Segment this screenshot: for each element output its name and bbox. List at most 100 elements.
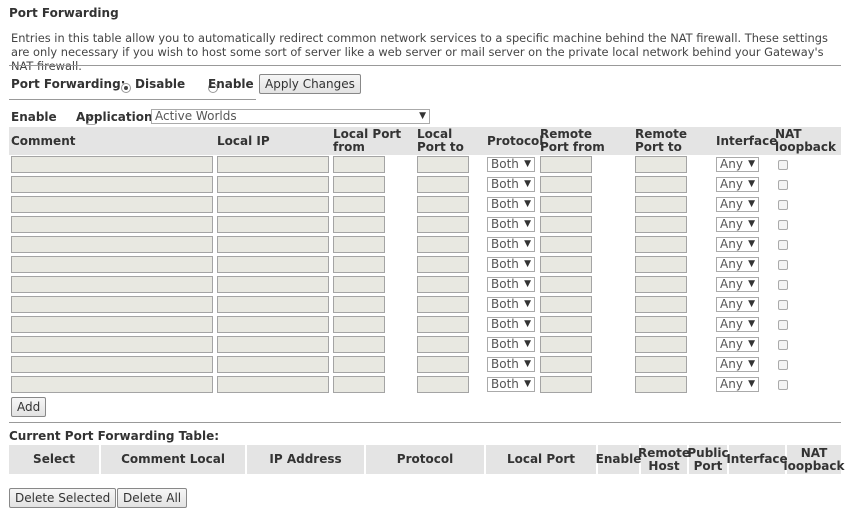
disable-radio[interactable] (121, 82, 131, 93)
nat-loopback-checkbox[interactable] (778, 180, 788, 190)
protocol-select[interactable]: Both ▼ (487, 237, 535, 252)
nat-loopback-checkbox[interactable] (778, 240, 788, 250)
local-port-to-field[interactable] (417, 176, 469, 193)
local-port-to-field[interactable] (417, 316, 469, 333)
comment-field[interactable] (11, 236, 213, 253)
remote-port-to-field[interactable] (635, 216, 687, 233)
remote-port-from-field[interactable] (540, 256, 592, 273)
comment-field[interactable] (11, 196, 213, 213)
comment-field[interactable] (11, 296, 213, 313)
delete-all-button[interactable]: Delete All (117, 488, 188, 508)
local-ip-field[interactable] (217, 176, 329, 193)
local-ip-field[interactable] (217, 336, 329, 353)
remote-port-from-field[interactable] (540, 276, 592, 293)
local-port-from-field[interactable] (333, 376, 385, 393)
protocol-select[interactable]: Both ▼ (487, 357, 535, 372)
nat-loopback-checkbox[interactable] (778, 200, 788, 210)
interface-select[interactable]: Any ▼ (716, 217, 759, 232)
local-ip-field[interactable] (217, 156, 329, 173)
interface-select[interactable]: Any ▼ (716, 317, 759, 332)
local-port-from-field[interactable] (333, 216, 385, 233)
remote-port-from-field[interactable] (540, 176, 592, 193)
nat-loopback-checkbox[interactable] (778, 380, 788, 390)
interface-select[interactable]: Any ▼ (716, 177, 759, 192)
comment-field[interactable] (11, 336, 213, 353)
local-port-to-field[interactable] (417, 356, 469, 373)
protocol-select[interactable]: Both ▼ (487, 197, 535, 212)
add-button[interactable]: Add (11, 397, 47, 417)
remote-port-from-field[interactable] (540, 156, 592, 173)
interface-select[interactable]: Any ▼ (716, 297, 759, 312)
remote-port-to-field[interactable] (635, 176, 687, 193)
remote-port-to-field[interactable] (635, 236, 687, 253)
local-ip-field[interactable] (217, 356, 329, 373)
interface-select[interactable]: Any ▼ (716, 237, 759, 252)
comment-field[interactable] (11, 356, 213, 373)
nat-loopback-checkbox[interactable] (778, 320, 788, 330)
local-port-from-field[interactable] (333, 196, 385, 213)
local-port-to-field[interactable] (417, 196, 469, 213)
remote-port-to-field[interactable] (635, 256, 687, 273)
remote-port-to-field[interactable] (635, 156, 687, 173)
comment-field[interactable] (11, 216, 213, 233)
local-ip-field[interactable] (217, 196, 329, 213)
remote-port-from-field[interactable] (540, 336, 592, 353)
protocol-select[interactable]: Both ▼ (487, 377, 535, 392)
remote-port-to-field[interactable] (635, 336, 687, 353)
local-port-to-field[interactable] (417, 156, 469, 173)
remote-port-from-field[interactable] (540, 296, 592, 313)
local-port-from-field[interactable] (333, 256, 385, 273)
application-select[interactable]: Active Worlds ▼ (151, 109, 430, 124)
comment-field[interactable] (11, 316, 213, 333)
local-ip-field[interactable] (217, 256, 329, 273)
local-ip-field[interactable] (217, 276, 329, 293)
comment-field[interactable] (11, 156, 213, 173)
protocol-select[interactable]: Both ▼ (487, 177, 535, 192)
interface-select[interactable]: Any ▼ (716, 337, 759, 352)
local-ip-field[interactable] (217, 316, 329, 333)
local-port-to-field[interactable] (417, 376, 469, 393)
local-ip-field[interactable] (217, 376, 329, 393)
protocol-select[interactable]: Both ▼ (487, 277, 535, 292)
local-port-from-field[interactable] (333, 336, 385, 353)
local-port-to-field[interactable] (417, 256, 469, 273)
remote-port-to-field[interactable] (635, 356, 687, 373)
nat-loopback-checkbox[interactable] (778, 360, 788, 370)
interface-select[interactable]: Any ▼ (716, 357, 759, 372)
local-port-from-field[interactable] (333, 356, 385, 373)
nat-loopback-checkbox[interactable] (778, 300, 788, 310)
delete-selected-button[interactable]: Delete Selected (9, 488, 117, 508)
remote-port-from-field[interactable] (540, 356, 592, 373)
protocol-select[interactable]: Both ▼ (487, 157, 535, 172)
remote-port-to-field[interactable] (635, 276, 687, 293)
nat-loopback-checkbox[interactable] (778, 260, 788, 270)
disable-radio-label[interactable]: Disable (135, 77, 185, 91)
remote-port-to-field[interactable] (635, 296, 687, 313)
local-port-to-field[interactable] (417, 216, 469, 233)
protocol-select[interactable]: Both ▼ (487, 337, 535, 352)
local-port-to-field[interactable] (417, 276, 469, 293)
local-port-to-field[interactable] (417, 336, 469, 353)
protocol-select[interactable]: Both ▼ (487, 297, 535, 312)
remote-port-from-field[interactable] (540, 236, 592, 253)
local-port-to-field[interactable] (417, 236, 469, 253)
nat-loopback-checkbox[interactable] (778, 160, 788, 170)
protocol-select[interactable]: Both ▼ (487, 217, 535, 232)
interface-select[interactable]: Any ▼ (716, 157, 759, 172)
local-ip-field[interactable] (217, 216, 329, 233)
interface-select[interactable]: Any ▼ (716, 277, 759, 292)
comment-field[interactable] (11, 276, 213, 293)
enable-radio-label[interactable]: Enable (208, 77, 254, 91)
nat-loopback-checkbox[interactable] (778, 340, 788, 350)
local-port-from-field[interactable] (333, 236, 385, 253)
interface-select[interactable]: Any ▼ (716, 257, 759, 272)
remote-port-to-field[interactable] (635, 316, 687, 333)
protocol-select[interactable]: Both ▼ (487, 257, 535, 272)
interface-select[interactable]: Any ▼ (716, 197, 759, 212)
nat-loopback-checkbox[interactable] (778, 220, 788, 230)
local-port-from-field[interactable] (333, 176, 385, 193)
remote-port-from-field[interactable] (540, 216, 592, 233)
local-port-from-field[interactable] (333, 316, 385, 333)
local-port-to-field[interactable] (417, 296, 469, 313)
comment-field[interactable] (11, 256, 213, 273)
